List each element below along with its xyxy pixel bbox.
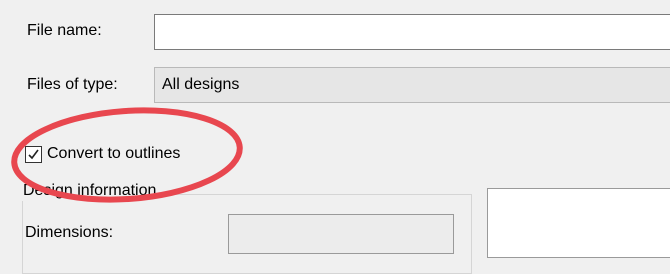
checkmark-icon	[28, 149, 39, 159]
files-of-type-label: Files of type:	[27, 76, 118, 93]
file-name-input[interactable]	[154, 14, 670, 50]
file-name-label: File name:	[27, 22, 102, 39]
files-of-type-select[interactable]: All designs	[154, 67, 670, 103]
convert-to-outlines-option[interactable]: Convert to outlines	[25, 143, 180, 165]
dimensions-label: Dimensions:	[25, 224, 114, 241]
dimensions-field	[228, 214, 454, 254]
design-information-title: Design information	[21, 181, 159, 201]
convert-to-outlines-label: Convert to outlines	[47, 145, 181, 162]
convert-to-outlines-checkbox[interactable]	[25, 145, 42, 163]
files-of-type-value: All designs	[162, 76, 240, 93]
save-dialog: File name: Files of type: All designs Co…	[0, 0, 670, 274]
preview-panel	[487, 188, 670, 258]
